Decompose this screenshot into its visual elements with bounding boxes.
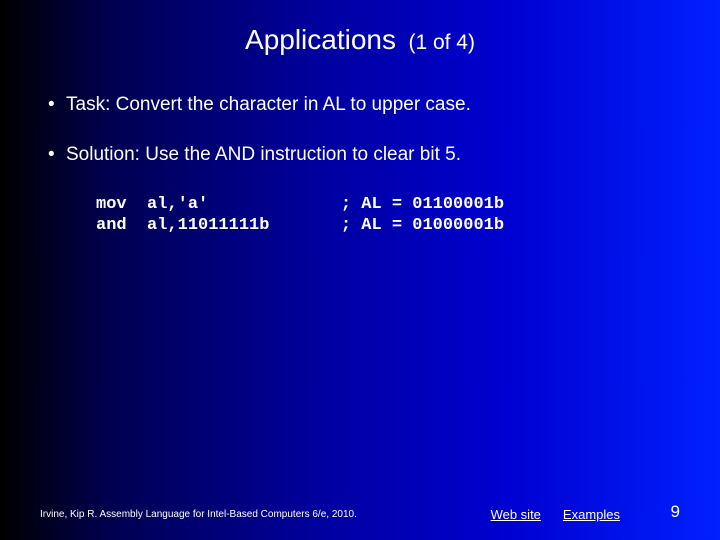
code-line-2: and al,11011111b ; AL = 01000001b [96, 216, 504, 235]
code-line-1: mov al,'a' ; AL = 01100001b [96, 195, 504, 214]
title-area: Applications (1 of 4) [0, 0, 720, 56]
slide-subtitle: (1 of 4) [408, 31, 475, 54]
slide-title: Applications [245, 24, 396, 55]
web-site-link[interactable]: Web site [491, 507, 541, 522]
footer-links: Web site Examples [491, 507, 620, 522]
footer: Irvine, Kip R. Assembly Language for Int… [0, 507, 720, 522]
page-number: 9 [671, 502, 680, 522]
citation-text: Irvine, Kip R. Assembly Language for Int… [40, 509, 491, 520]
content-area: Task: Convert the character in AL to upp… [0, 56, 720, 237]
bullet-solution: Solution: Use the AND instruction to cle… [48, 144, 672, 166]
code-block: mov al,'a' ; AL = 01100001b and al,11011… [48, 194, 672, 237]
bullet-task: Task: Convert the character in AL to upp… [48, 94, 672, 116]
examples-link[interactable]: Examples [563, 507, 620, 522]
